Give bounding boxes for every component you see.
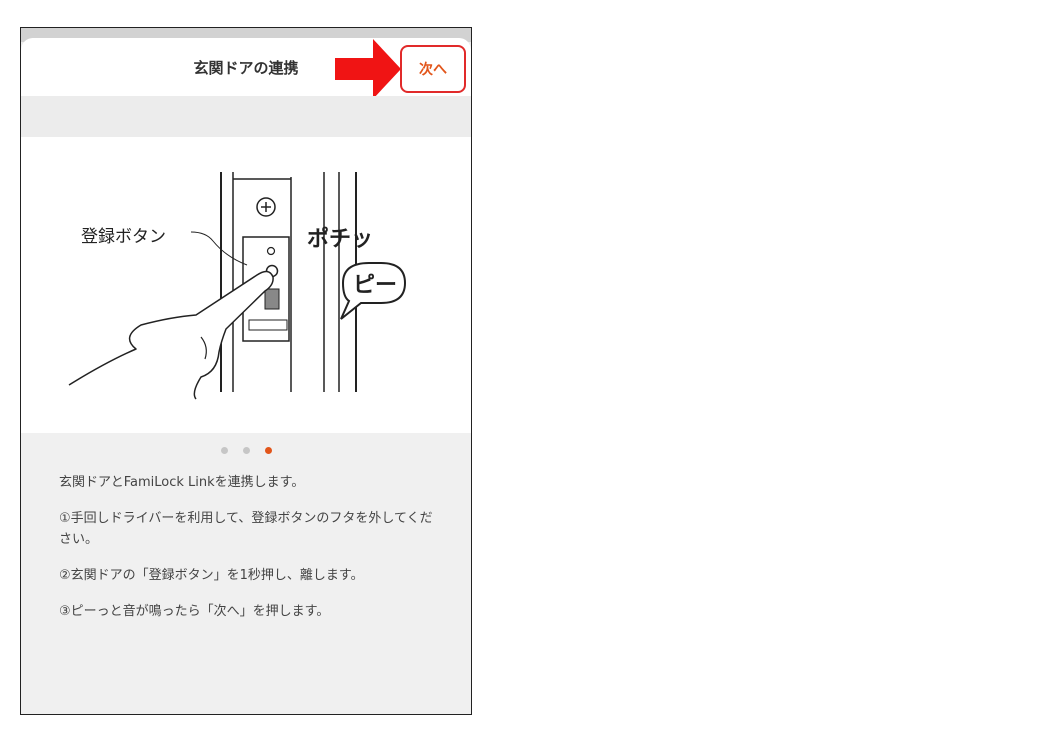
beep-sound-text: ピー <box>353 273 398 298</box>
instruction-text-block: 玄関ドアとFamiLock Linkを連携します。 ①手回しドライバーを利用して… <box>59 472 439 637</box>
next-button[interactable]: 次へ <box>400 45 466 93</box>
door-lock-drawing-icon <box>68 172 407 400</box>
instruction-step-1: ①手回しドライバーを利用して、登録ボタンのフタを外してください。 <box>59 511 433 547</box>
page-dot-1[interactable] <box>220 446 228 454</box>
instruction-intro: 玄関ドアとFamiLock Linkを連携します。 <box>59 475 305 490</box>
page-dot-3-active[interactable] <box>264 446 272 454</box>
phone-screen: 玄関ドアの連携 次へ 登録ボタン ポチッ ピー 玄関ドアとFamiLock Li… <box>20 27 472 715</box>
door-lock-illustration: 登録ボタン ポチッ ピー <box>21 137 471 433</box>
page-dot-2[interactable] <box>242 446 250 454</box>
modal-sheet: 玄関ドアの連携 次へ 登録ボタン ポチッ ピー 玄関ドアとFamiLock Li… <box>21 38 471 714</box>
modal-header: 玄関ドアの連携 次へ <box>21 38 471 99</box>
header-spacer <box>21 96 471 138</box>
red-arrow-annotation-icon <box>335 39 401 99</box>
instruction-step-3: ③ピーっと音が鳴ったら「次へ」を押します。 <box>59 604 330 619</box>
instruction-step-2: ②玄関ドアの「登録ボタン」を1秒押し、離します。 <box>59 568 364 583</box>
click-sound-text: ポチッ <box>307 227 374 252</box>
page-indicator <box>21 443 471 457</box>
register-button-label: 登録ボタン <box>81 227 166 247</box>
